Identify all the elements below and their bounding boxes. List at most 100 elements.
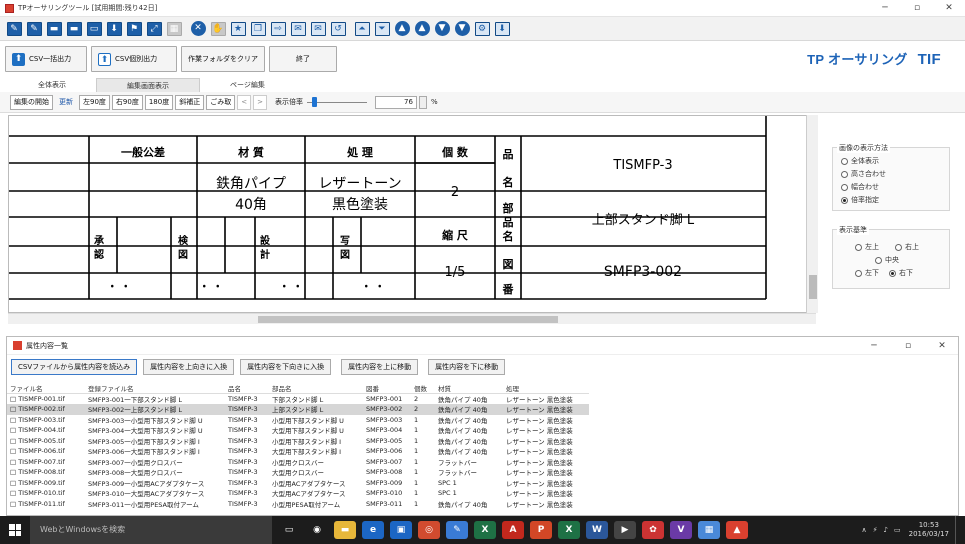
powerpoint-icon[interactable]: P bbox=[530, 521, 552, 539]
circle-up-tool-button[interactable]: ▲ bbox=[393, 20, 411, 38]
media-icon[interactable]: ▶ bbox=[614, 521, 636, 539]
explorer-icon[interactable]: ▬ bbox=[334, 521, 356, 539]
tab-edit-view[interactable]: 編集画面表示 bbox=[96, 78, 200, 92]
next-page-button[interactable]: > bbox=[253, 94, 267, 110]
edit-start-button[interactable]: 編集の開始 bbox=[10, 94, 53, 110]
display-option-radio[interactable]: 幅合わせ bbox=[841, 182, 879, 192]
canvas-horizontal-scrollbar[interactable] bbox=[8, 313, 816, 324]
download-tool-button[interactable]: ⬇ bbox=[105, 20, 123, 38]
export-tool-button[interactable]: ⇨ bbox=[269, 20, 287, 38]
disabled-tool-button[interactable]: ▦ bbox=[165, 20, 183, 38]
anchor-top-left-radio[interactable]: 左上 bbox=[855, 242, 879, 252]
edit-tool-button[interactable]: ✎ bbox=[25, 20, 43, 38]
column-header[interactable]: 登録ファイル名 bbox=[85, 383, 225, 394]
column-header[interactable]: 個数 bbox=[411, 383, 435, 394]
maximize-icon[interactable]: ▫ bbox=[901, 0, 933, 17]
grid-icon[interactable]: ▦ bbox=[698, 521, 720, 539]
monitor-tool-button[interactable]: ▭ bbox=[85, 20, 103, 38]
minimize-icon[interactable]: ─ bbox=[857, 337, 891, 355]
vs-icon[interactable]: V bbox=[670, 521, 692, 539]
move-up-button[interactable]: 属性内容を上に移動 bbox=[341, 359, 419, 375]
chrome-icon[interactable]: ◉ bbox=[306, 521, 328, 539]
maximize-icon[interactable]: ▫ bbox=[891, 337, 925, 355]
minimize-icon[interactable]: ─ bbox=[869, 0, 901, 17]
table-row[interactable]: □ TISMFP-011.tif SMFP3-011一小型用PESA取付アーム TI… bbox=[7, 499, 589, 510]
tab-page-edit[interactable]: ページ編集 bbox=[200, 78, 295, 92]
vertical-scroll-thumb[interactable] bbox=[809, 275, 817, 299]
table-row[interactable]: □ TISMFP-010.tif SMFP3-010一大型用ACアダプタケース TI… bbox=[7, 488, 589, 499]
update-link[interactable]: 更新 bbox=[59, 97, 73, 107]
acrobat-icon[interactable]: A bbox=[502, 521, 524, 539]
end-button[interactable]: 終了 bbox=[269, 46, 337, 72]
keyboard-icon[interactable]: ▭ bbox=[894, 526, 901, 534]
folder-tool-button[interactable]: ▬ bbox=[65, 20, 83, 38]
zoom-value-input[interactable]: 76 bbox=[374, 95, 417, 109]
rotate-180-button[interactable]: 180度 bbox=[144, 94, 174, 110]
column-header[interactable]: 図番 bbox=[363, 383, 411, 394]
column-header[interactable]: 処理 bbox=[503, 383, 589, 394]
star-tool-button[interactable]: ★ bbox=[229, 20, 247, 38]
paint-icon[interactable]: ✎ bbox=[446, 521, 468, 539]
down-tool-button[interactable]: ⏷ bbox=[373, 20, 391, 38]
tray-expand-icon[interactable]: ∧ bbox=[862, 526, 867, 534]
excel-icon[interactable]: X bbox=[474, 521, 496, 539]
dust-button[interactable]: ごみ取 bbox=[206, 94, 236, 110]
task-view-icon[interactable]: ▭ bbox=[278, 521, 300, 539]
new-tool-button[interactable]: ✎ bbox=[5, 20, 23, 38]
table-row[interactable]: □ TISMFP-007.tif SMFP3-007一小型用クロスバー TISMFP… bbox=[7, 457, 589, 468]
table-row[interactable]: □ TISMFP-005.tif SMFP3-005一小型用下部スタンド脚 I TI… bbox=[7, 436, 589, 447]
zoom-spinner[interactable] bbox=[418, 95, 427, 109]
table-row[interactable]: □ TISMFP-001.tif SMFP3-001一下部スタンド脚 L TISMF… bbox=[7, 394, 589, 404]
move-down-button[interactable]: 属性内容を下に移動 bbox=[428, 359, 506, 375]
display-option-radio[interactable]: 倍率指定 bbox=[841, 195, 879, 205]
table-row[interactable]: □ TISMFP-002.tif SMFP3-002一上部スタンド脚 L TISMF… bbox=[7, 404, 589, 415]
comment-tool-button[interactable]: ✉ bbox=[289, 20, 307, 38]
swap-down-button[interactable]: 属性内容を下向きに入換 bbox=[240, 359, 332, 375]
table-row[interactable]: □ TISMFP-008.tif SMFP3-008一大型用クロスバー TISMFP… bbox=[7, 467, 589, 478]
comment2-tool-button[interactable]: ✉ bbox=[309, 20, 327, 38]
edge-icon[interactable]: e bbox=[362, 521, 384, 539]
resize-tool-button[interactable]: ⤢ bbox=[145, 20, 163, 38]
table-row[interactable]: □ TISMFP-004.tif SMFP3-004一大型用下部スタンド脚 U TI… bbox=[7, 425, 589, 436]
anchor-top-right-radio[interactable]: 右上 bbox=[895, 242, 919, 252]
column-header[interactable]: 品名 bbox=[225, 383, 269, 394]
zoom-slider-thumb[interactable] bbox=[312, 97, 318, 107]
settings-tool-button[interactable]: ⚙ bbox=[473, 20, 491, 38]
table-row[interactable]: □ TISMFP-003.tif SMFP3-003一小型用下部スタンド脚 U TI… bbox=[7, 415, 589, 426]
rotate-left-button[interactable]: 左90度 bbox=[79, 94, 110, 110]
network-icon[interactable]: ⚡ bbox=[873, 526, 878, 534]
rotate-right-button[interactable]: 右90度 bbox=[111, 94, 143, 110]
table-row[interactable]: □ TISMFP-006.tif SMFP3-006一大型用下部スタンド脚 I TI… bbox=[7, 446, 589, 457]
close-circle-tool-button[interactable]: ✕ bbox=[189, 20, 207, 38]
tp-icon[interactable]: ▲ bbox=[726, 521, 748, 539]
tab-overview[interactable]: 全体表示 bbox=[8, 78, 96, 92]
up-tool-button[interactable]: ⏶ bbox=[353, 20, 371, 38]
filter-tool-button[interactable]: ⚑ bbox=[125, 20, 143, 38]
circle-down2-tool-button[interactable]: ▼ bbox=[453, 20, 471, 38]
column-header[interactable]: 部品名 bbox=[269, 383, 363, 394]
start-button[interactable] bbox=[0, 516, 30, 544]
column-header[interactable]: 材質 bbox=[435, 383, 503, 394]
chrome2-icon[interactable]: ◎ bbox=[418, 521, 440, 539]
copy-tool-button[interactable]: ❐ bbox=[249, 20, 267, 38]
folder-open-tool-button[interactable]: ▬ bbox=[45, 20, 63, 38]
excel2-icon[interactable]: X bbox=[558, 521, 580, 539]
volume-icon[interactable]: ♪ bbox=[884, 526, 888, 534]
anchor-center-radio[interactable]: 中央 bbox=[875, 255, 899, 265]
zoom-slider[interactable] bbox=[306, 96, 367, 108]
clear-folder-button[interactable]: 作業フォルダをクリア bbox=[181, 46, 265, 72]
close-icon[interactable]: ✕ bbox=[933, 0, 965, 17]
show-desktop-button[interactable] bbox=[955, 516, 959, 544]
load-csv-button[interactable]: CSVファイルから属性内容を読込み bbox=[11, 359, 138, 375]
word-icon[interactable]: W bbox=[586, 521, 608, 539]
display-option-radio[interactable]: 高さ合わせ bbox=[841, 169, 886, 179]
canvas-vertical-scrollbar[interactable] bbox=[806, 115, 818, 313]
display-option-radio[interactable]: 全体表示 bbox=[841, 156, 879, 166]
swap-up-button[interactable]: 属性内容を上向きに入換 bbox=[143, 359, 235, 375]
store-icon[interactable]: ▣ bbox=[390, 521, 412, 539]
circle-down-tool-button[interactable]: ▼ bbox=[433, 20, 451, 38]
table-row[interactable]: □ TISMFP-009.tif SMFP3-009一小型用ACアダプタケース TI… bbox=[7, 478, 589, 489]
taskbar-clock[interactable]: 10:53 2016/03/17 bbox=[909, 521, 949, 539]
undo-tool-button[interactable]: ↺ bbox=[329, 20, 347, 38]
save-tool-button[interactable]: ⬇ bbox=[493, 20, 511, 38]
